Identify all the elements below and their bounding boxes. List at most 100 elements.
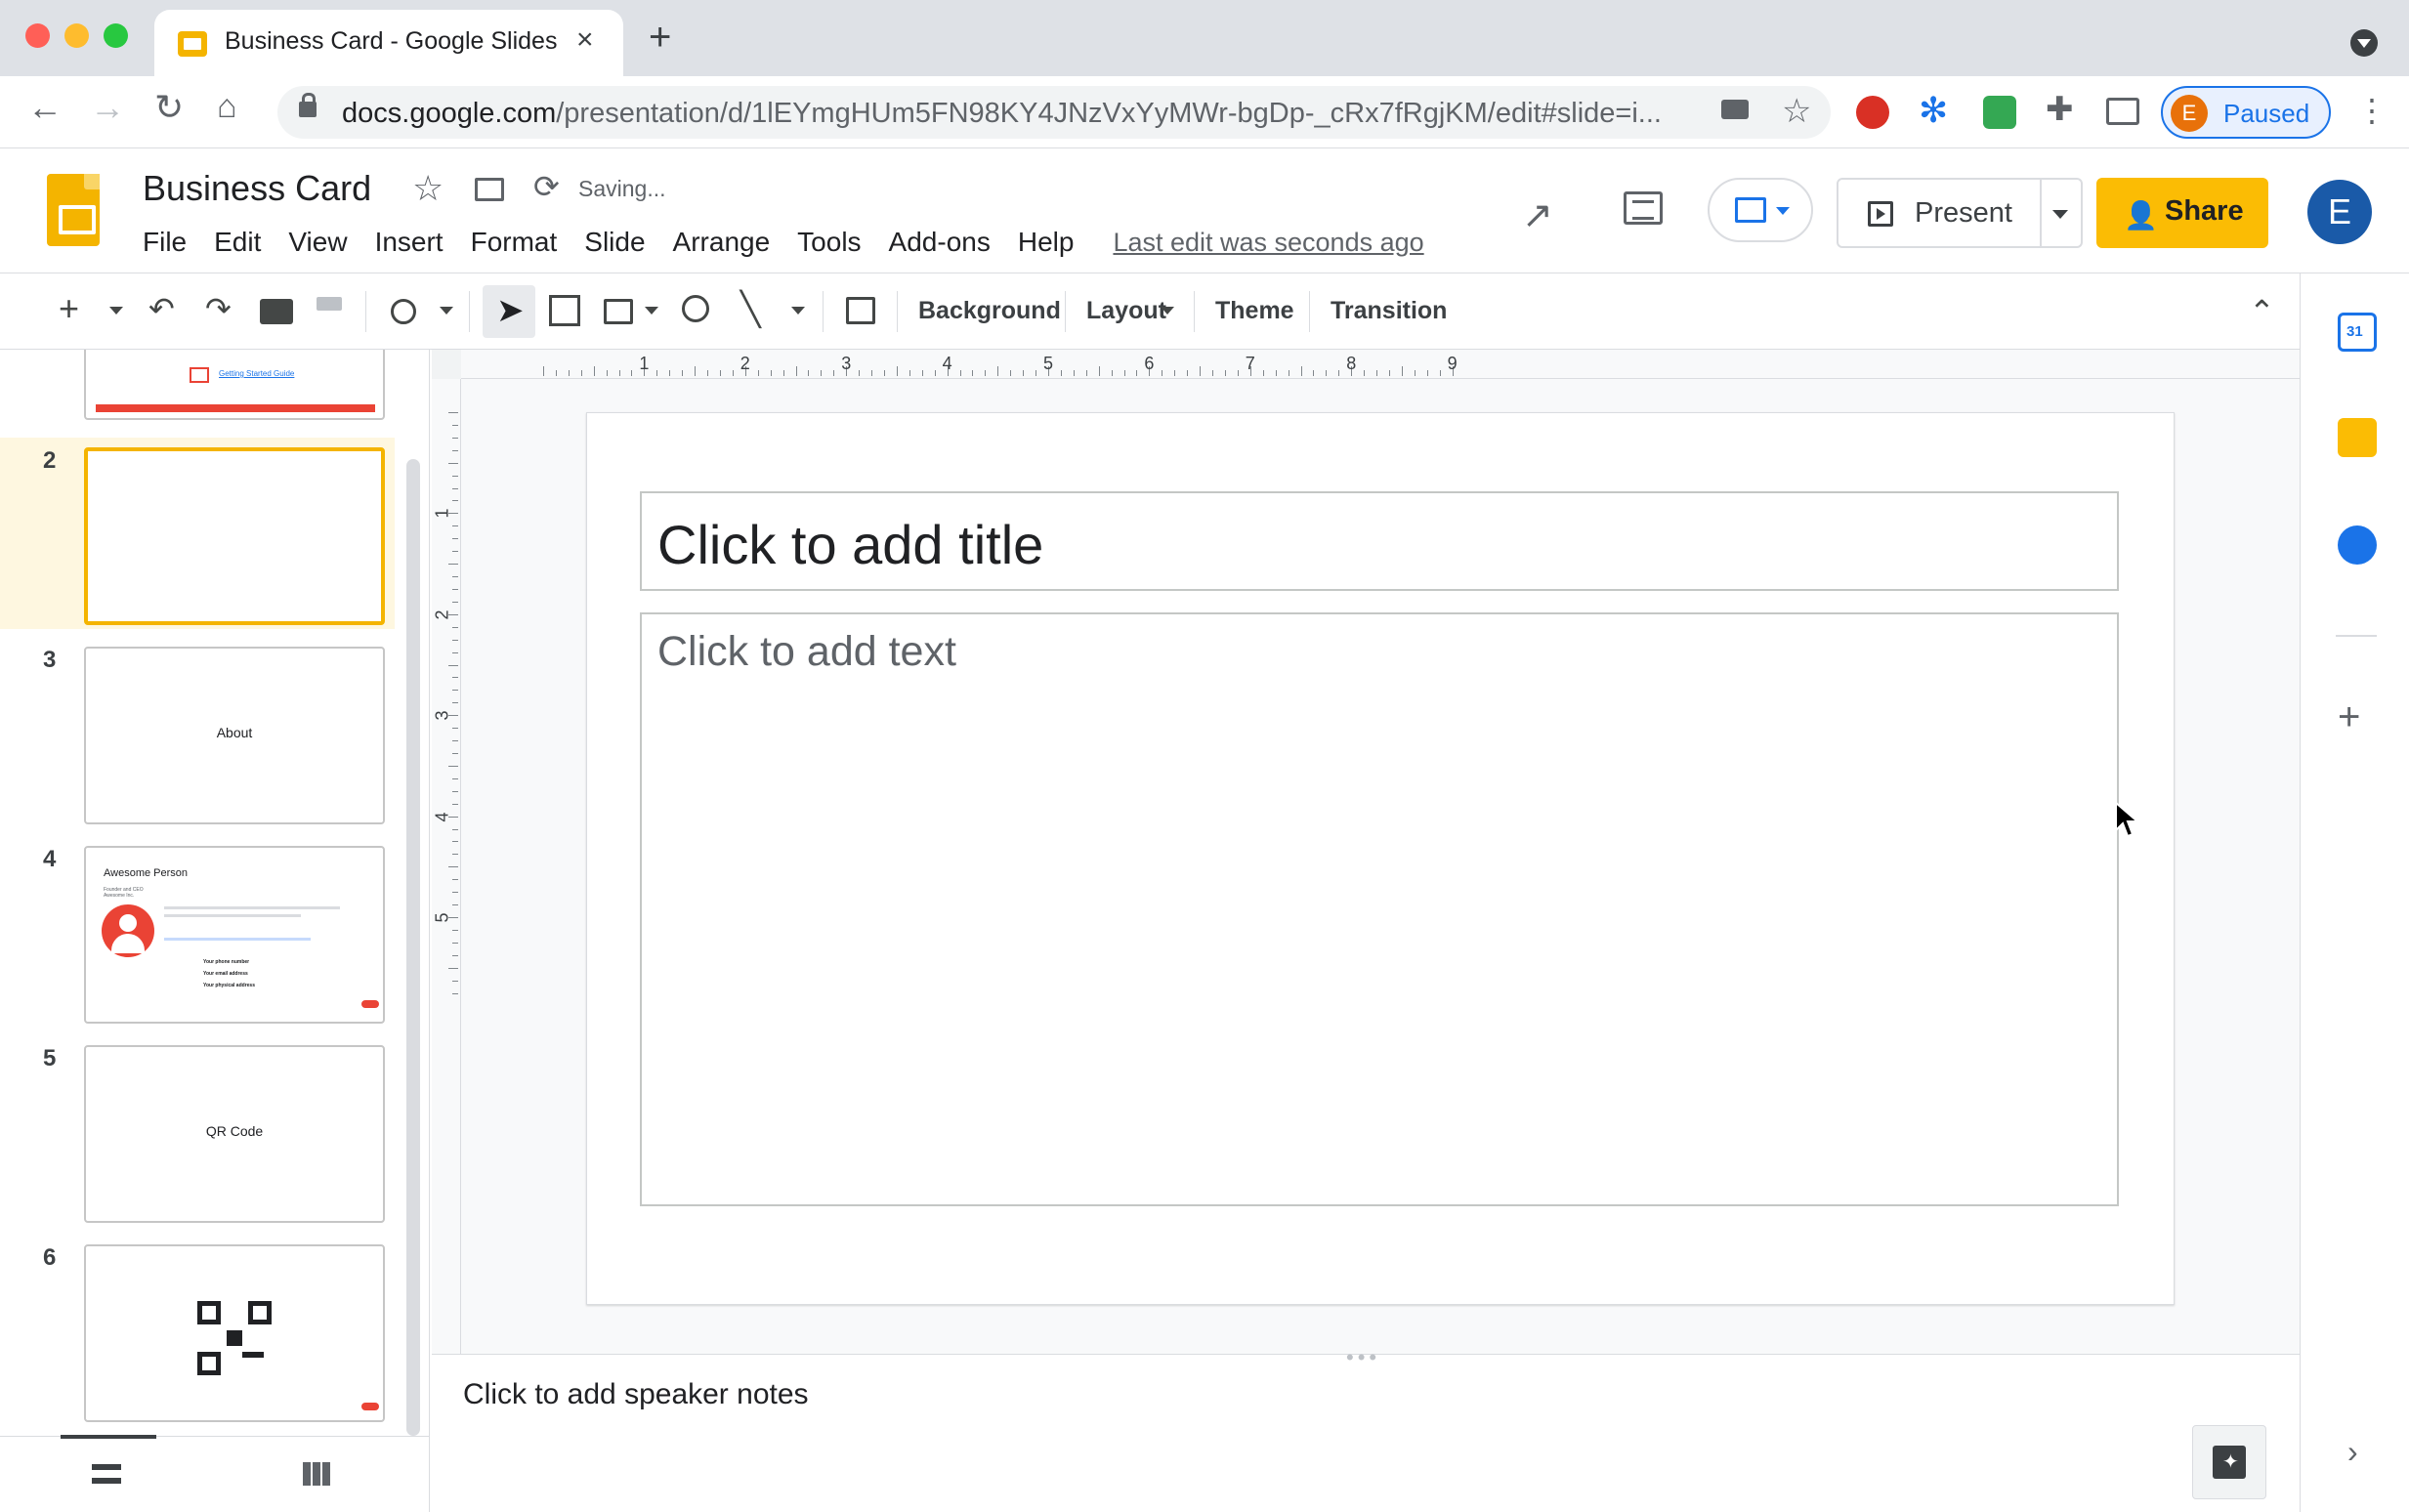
add-comment-icon[interactable] bbox=[846, 297, 875, 324]
ruler-tick bbox=[1085, 370, 1087, 376]
slides-logo-icon[interactable] bbox=[47, 174, 100, 246]
back-icon[interactable]: ← bbox=[27, 90, 63, 125]
keep-app-icon[interactable] bbox=[2338, 418, 2377, 457]
title-placeholder-box[interactable]: Click to add title bbox=[640, 491, 2119, 591]
slide-thumbnail-6[interactable] bbox=[84, 1244, 385, 1422]
snowflake-extension-icon[interactable]: ✻ bbox=[1919, 90, 1948, 131]
layout-caret[interactable] bbox=[1161, 307, 1174, 315]
lock-icon[interactable] bbox=[299, 93, 317, 117]
undo-icon[interactable]: ↶ bbox=[148, 293, 175, 324]
document-title[interactable]: Business Card bbox=[143, 168, 371, 209]
ruler-number: 8 bbox=[1346, 354, 1357, 373]
menu-arrange[interactable]: Arrange bbox=[659, 223, 784, 262]
ruler-tick bbox=[909, 370, 910, 376]
image-icon[interactable] bbox=[604, 299, 633, 324]
slide-thumbnail-1[interactable]: Getting Started Guide bbox=[84, 350, 385, 420]
zoom-icon[interactable] bbox=[391, 299, 416, 324]
share-button[interactable]: 👤 Share bbox=[2096, 178, 2268, 248]
filmstrip-view-icon[interactable] bbox=[92, 1464, 121, 1484]
ruler-tick bbox=[1275, 370, 1277, 376]
ruler-tick bbox=[896, 366, 898, 376]
menu-view[interactable]: View bbox=[275, 223, 360, 262]
menu-help[interactable]: Help bbox=[1004, 223, 1088, 262]
background-button[interactable]: Background bbox=[918, 297, 1061, 325]
print-icon[interactable] bbox=[260, 299, 293, 324]
ruler-tick bbox=[1426, 370, 1428, 376]
extensions-puzzle-icon[interactable]: ✚ bbox=[2046, 90, 2074, 129]
present-options-button[interactable] bbox=[2040, 178, 2083, 248]
show-side-panel-icon[interactable]: › bbox=[2347, 1434, 2358, 1470]
slide-thumbnail-2[interactable] bbox=[84, 447, 385, 625]
activity-dashboard-icon[interactable]: ↗ bbox=[1522, 193, 1553, 237]
speaker-notes-panel[interactable]: ••• Click to add speaker notes ✦ bbox=[432, 1345, 2300, 1512]
resize-handle-icon[interactable]: ••• bbox=[1346, 1345, 1380, 1370]
maximize-window-button[interactable] bbox=[104, 23, 128, 48]
browser-menu-icon[interactable]: ⋮ bbox=[2356, 92, 2388, 129]
current-slide[interactable]: Click to add title Click to add text bbox=[586, 412, 2175, 1305]
close-window-button[interactable] bbox=[25, 23, 50, 48]
menu-slide[interactable]: Slide bbox=[571, 223, 658, 262]
image-caret[interactable] bbox=[645, 307, 658, 315]
present-button[interactable]: Present bbox=[1837, 178, 2042, 248]
filmstrip-view-switcher bbox=[0, 1435, 429, 1512]
text-box-icon[interactable] bbox=[549, 295, 580, 326]
qr-center bbox=[227, 1330, 242, 1346]
collapse-menus-icon[interactable]: ⌃ bbox=[2249, 293, 2275, 330]
select-tool-button[interactable]: ➤ bbox=[483, 285, 535, 338]
menu-file[interactable]: File bbox=[129, 223, 200, 262]
profile-chip[interactable]: E Paused bbox=[2161, 86, 2331, 139]
camera-blocked-icon[interactable] bbox=[1721, 100, 1749, 119]
new-slide-layout-caret[interactable] bbox=[109, 307, 123, 315]
new-slide-icon[interactable]: + bbox=[59, 291, 79, 326]
forward-icon[interactable]: → bbox=[90, 90, 125, 125]
new-tab-icon[interactable]: + bbox=[649, 18, 671, 57]
layout-button[interactable]: Layout bbox=[1086, 297, 1166, 325]
slide-thumbnail-3[interactable]: About bbox=[84, 647, 385, 824]
minimize-window-button[interactable] bbox=[64, 23, 89, 48]
paint-format-icon[interactable] bbox=[317, 297, 342, 311]
menu-addons[interactable]: Add-ons bbox=[875, 223, 1004, 262]
address-bar[interactable]: docs.google.com/presentation/d/1lEYmgHUm… bbox=[277, 86, 1831, 139]
calendar-app-icon[interactable]: 31 bbox=[2338, 313, 2377, 352]
transition-button[interactable]: Transition bbox=[1331, 297, 1447, 325]
line-caret[interactable] bbox=[791, 307, 805, 315]
adblock-extension-icon[interactable] bbox=[1856, 96, 1889, 129]
menu-format[interactable]: Format bbox=[457, 223, 571, 262]
account-avatar[interactable]: E bbox=[2307, 180, 2372, 244]
browser-tab[interactable]: Business Card - Google Slides × bbox=[154, 10, 623, 76]
star-icon[interactable]: ☆ bbox=[412, 168, 444, 209]
ruler-tick bbox=[452, 475, 458, 477]
line-icon[interactable]: ╲ bbox=[740, 293, 760, 326]
tasks-app-icon[interactable] bbox=[2338, 525, 2377, 565]
bookmark-star-icon[interactable]: ☆ bbox=[1782, 92, 1811, 131]
ruler-corner bbox=[432, 350, 461, 379]
body-placeholder-box[interactable]: Click to add text bbox=[640, 612, 2119, 1206]
cast-icon[interactable] bbox=[2106, 98, 2139, 125]
home-icon[interactable]: ⌂ bbox=[217, 90, 237, 123]
tab-search-icon[interactable] bbox=[2350, 29, 2378, 57]
get-addons-icon[interactable]: + bbox=[2338, 695, 2360, 739]
last-edit-link[interactable]: Last edit was seconds ago bbox=[1113, 223, 1423, 262]
reload-icon[interactable]: ↻ bbox=[154, 90, 184, 125]
menu-tools[interactable]: Tools bbox=[783, 223, 874, 262]
filmstrip-scrollbar[interactable] bbox=[406, 459, 420, 1436]
redo-icon[interactable]: ↷ bbox=[205, 293, 232, 324]
comments-icon[interactable] bbox=[1624, 191, 1663, 225]
menu-edit[interactable]: Edit bbox=[200, 223, 275, 262]
menu-insert[interactable]: Insert bbox=[361, 223, 457, 262]
ruler-tick bbox=[452, 639, 458, 641]
present-to-meeting-button[interactable] bbox=[1708, 178, 1813, 242]
ruler-tick bbox=[682, 370, 684, 376]
horizontal-ruler[interactable]: 1 2 3 4 5 6 7 8 9 bbox=[461, 350, 2300, 379]
grid-view-icon[interactable] bbox=[303, 1462, 330, 1486]
zoom-caret[interactable] bbox=[440, 307, 453, 315]
slide-thumbnail-4[interactable]: Awesome Person Founder and CEO Awesome I… bbox=[84, 846, 385, 1024]
slide-thumbnail-5[interactable]: QR Code bbox=[84, 1045, 385, 1223]
explore-button[interactable]: ✦ bbox=[2192, 1425, 2266, 1499]
theme-button[interactable]: Theme bbox=[1215, 297, 1294, 325]
close-tab-icon[interactable]: × bbox=[576, 23, 594, 57]
shape-icon[interactable] bbox=[682, 295, 709, 322]
vertical-ruler[interactable]: 1 2 3 4 5 bbox=[432, 379, 461, 1354]
move-folder-icon[interactable] bbox=[475, 178, 504, 201]
printer-extension-icon[interactable] bbox=[1983, 96, 2016, 129]
